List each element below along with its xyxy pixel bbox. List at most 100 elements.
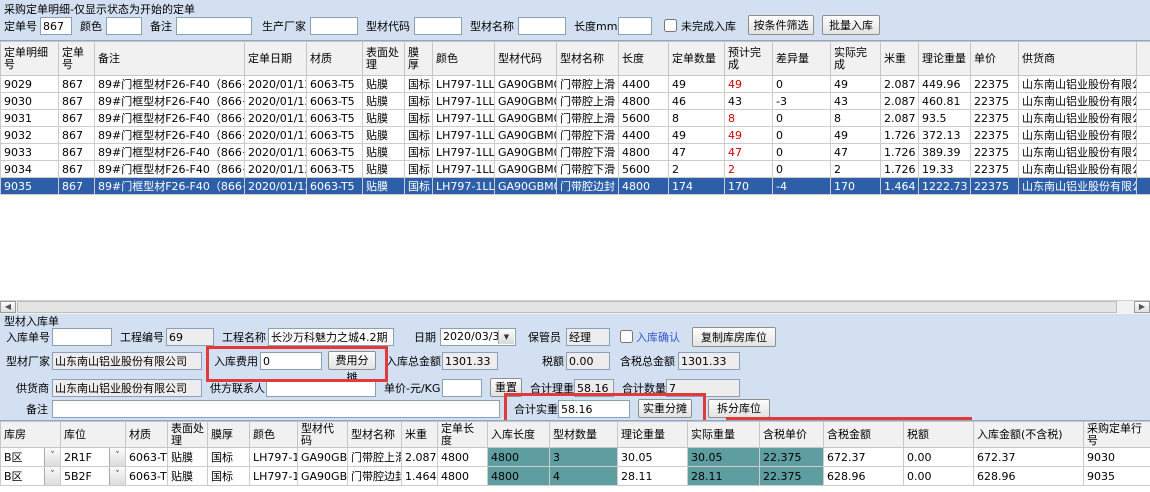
supplier-input[interactable] xyxy=(52,379,202,397)
column-header[interactable]: 型材名称 xyxy=(557,42,619,76)
project-no-input[interactable] xyxy=(166,328,214,346)
column-header[interactable]: 入库金额(不含税) xyxy=(974,422,1084,448)
column-header[interactable]: 型材数量 xyxy=(550,422,618,448)
tax-total-input[interactable] xyxy=(678,352,740,370)
column-header[interactable]: 米重 xyxy=(881,42,919,76)
scroll-right-icon[interactable]: ▶ xyxy=(1134,301,1150,313)
column-header[interactable]: 备注 xyxy=(95,42,245,76)
spacer-cell xyxy=(1137,178,1150,195)
remark-input[interactable] xyxy=(52,400,500,418)
column-header[interactable]: 含税金额 xyxy=(824,422,904,448)
batch-inbound-button[interactable]: 批量入库 xyxy=(822,15,880,35)
cell[interactable]: 5B2F˅ xyxy=(61,467,126,486)
project-name-input[interactable] xyxy=(268,328,394,346)
column-header[interactable]: 理论重量 xyxy=(618,422,688,448)
column-header[interactable]: 供货商 xyxy=(1019,42,1137,76)
column-header[interactable]: 含税单价 xyxy=(760,422,824,448)
column-header[interactable]: 型材名称 xyxy=(348,422,402,448)
dropdown-arrow-icon[interactable]: ˅ xyxy=(44,467,60,485)
unit-price-input[interactable] xyxy=(442,379,482,397)
fee-input[interactable] xyxy=(260,352,322,370)
actual-weight-input[interactable] xyxy=(558,400,630,418)
cell: 9035 xyxy=(1,178,59,195)
filter-maker-input[interactable] xyxy=(310,17,358,35)
table-row[interactable]: 903086789#门框型材F26-F40（866+867）2020/01/13… xyxy=(1,93,1150,110)
table-row[interactable]: 903586789#门框型材F26-F40（866+867）2020/01/13… xyxy=(1,178,1150,195)
reset-button[interactable]: 重置 xyxy=(490,378,522,397)
cell: 867 xyxy=(59,127,95,144)
scroll-thumb[interactable] xyxy=(17,301,1117,313)
table-row[interactable]: B区˅2R1F˅6063-T5贴膜国标LH797-1LL0GA90GBM03门带… xyxy=(1,448,1150,467)
filter-by-condition-button[interactable]: 按条件筛选 xyxy=(748,15,814,35)
cell: 2 xyxy=(831,161,881,178)
column-header[interactable]: 定单号 xyxy=(59,42,95,76)
column-header[interactable]: 定单日期 xyxy=(245,42,307,76)
weight-share-button[interactable]: 实重分摊 xyxy=(638,399,692,418)
split-warehouse-button[interactable]: 拆分库位 xyxy=(708,399,770,418)
column-header[interactable]: 实际重量 xyxy=(688,422,760,448)
keeper-input[interactable] xyxy=(566,328,610,346)
contact-input[interactable] xyxy=(266,379,376,397)
column-header[interactable]: 税额 xyxy=(904,422,974,448)
date-picker[interactable]: 2020/03/31 ▼ xyxy=(440,328,516,346)
column-header[interactable]: 颜色 xyxy=(433,42,495,76)
filter-order-no-input[interactable] xyxy=(40,17,72,35)
table-row[interactable]: 903386789#门框型材F26-F40（866+867）2020/01/13… xyxy=(1,144,1150,161)
filter-remark-input[interactable] xyxy=(176,17,252,35)
horizontal-scrollbar[interactable]: ◀ ▶ xyxy=(0,300,1150,314)
column-header[interactable]: 膜厚 xyxy=(208,422,250,448)
column-header[interactable]: 型材代码 xyxy=(495,42,557,76)
column-header[interactable]: 定单数量 xyxy=(669,42,725,76)
total-qty-input[interactable] xyxy=(666,379,740,397)
filter-profile-name-input[interactable] xyxy=(518,17,566,35)
scroll-left-icon[interactable]: ◀ xyxy=(0,301,16,313)
table-row[interactable]: 903486789#门框型材F26-F40（866+867）2020/01/13… xyxy=(1,161,1150,178)
column-header[interactable]: 库位 xyxy=(61,422,126,448)
column-header[interactable]: 单价 xyxy=(971,42,1019,76)
table-row[interactable]: 903186789#门框型材F26-F40（866+867）2020/01/13… xyxy=(1,110,1150,127)
table-row[interactable]: 902986789#门框型材F26-F40（866+867）2020/01/13… xyxy=(1,76,1150,93)
filter-profile-code-input[interactable] xyxy=(414,17,462,35)
column-header[interactable]: 材质 xyxy=(126,422,168,448)
column-header[interactable]: 预计完成 xyxy=(725,42,773,76)
cell: 4800 xyxy=(488,467,550,486)
table-row[interactable]: 903286789#门框型材F26-F40（866+867）2020/01/13… xyxy=(1,127,1150,144)
filter-color-input[interactable] xyxy=(106,17,142,35)
cell[interactable]: 2R1F˅ xyxy=(61,448,126,467)
fee-share-button[interactable]: 费用分摊 xyxy=(328,351,376,370)
column-header[interactable]: 实际完成 xyxy=(831,42,881,76)
unfinished-checkbox[interactable] xyxy=(664,19,677,32)
column-header[interactable]: 定单明细号 xyxy=(1,42,59,76)
inbound-total-input[interactable] xyxy=(442,352,498,370)
filter-length-input[interactable] xyxy=(618,17,652,35)
column-header[interactable]: 表面处理 xyxy=(363,42,405,76)
cell[interactable]: B区˅ xyxy=(1,467,61,486)
dropdown-arrow-icon[interactable]: ˅ xyxy=(44,448,60,466)
cell: 2.087 xyxy=(402,448,438,467)
column-header[interactable]: 表面处理 xyxy=(168,422,208,448)
column-header[interactable]: 库房 xyxy=(1,422,61,448)
dropdown-arrow-icon[interactable]: ˅ xyxy=(109,448,125,466)
column-header[interactable]: 差异量 xyxy=(773,42,831,76)
column-header[interactable]: 米重 xyxy=(402,422,438,448)
column-header[interactable]: 采购定单行号 xyxy=(1084,422,1150,448)
column-header[interactable]: 长度 xyxy=(619,42,669,76)
cell[interactable]: B区˅ xyxy=(1,448,61,467)
inbound-confirm-checkbox[interactable] xyxy=(620,330,633,343)
calendar-dropdown-icon[interactable]: ▼ xyxy=(498,330,514,344)
column-header[interactable]: 定单长度 xyxy=(438,422,488,448)
column-header[interactable]: 材质 xyxy=(307,42,363,76)
column-header[interactable]: 型材代码 xyxy=(298,422,348,448)
inbound-no-input[interactable] xyxy=(52,328,112,346)
column-header[interactable]: 颜色 xyxy=(250,422,298,448)
theory-weight-input[interactable] xyxy=(574,379,614,397)
column-header[interactable]: 理论重量 xyxy=(919,42,971,76)
copy-warehouse-button[interactable]: 复制库房库位 xyxy=(692,327,776,347)
table-row[interactable]: B区˅5B2F˅6063-T5贴膜国标LH797-1LL0GA90GBM05门带… xyxy=(1,467,1150,486)
column-header[interactable]: 入库长度 xyxy=(488,422,550,448)
cell: 8 xyxy=(725,110,773,127)
dropdown-arrow-icon[interactable]: ˅ xyxy=(109,467,125,485)
factory-input[interactable] xyxy=(52,352,202,370)
tax-input[interactable] xyxy=(566,352,610,370)
column-header[interactable]: 膜厚 xyxy=(405,42,433,76)
